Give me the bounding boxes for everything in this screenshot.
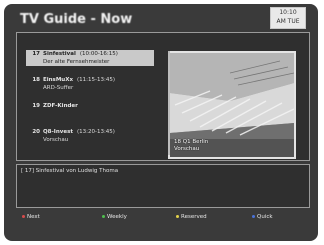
- red-dot-icon: [22, 215, 25, 218]
- red-key-next[interactable]: Next: [22, 214, 40, 220]
- clock-badge: 10:10 AM TUE: [270, 7, 306, 29]
- channel-number: 17: [32, 51, 40, 57]
- channel-item-20[interactable]: 20 Q8-Invest (13:20-13:45) Vorschau: [26, 128, 154, 144]
- yellow-key-reserved[interactable]: Reserved: [176, 214, 207, 220]
- tv-screen: TV Guide - Now 10:10 AM TUE 17 Sinfestiva…: [4, 4, 318, 241]
- channel-name: ZDF-Kinder: [43, 103, 78, 109]
- preview-channel: 18 Q1 Berlin: [174, 139, 209, 145]
- channel-item-17[interactable]: 17 Sinfestival (10:00-16:15) Der alte Fern…: [26, 50, 154, 66]
- list-scrollbar[interactable]: [168, 51, 170, 155]
- page-title: TV Guide - Now: [20, 12, 133, 27]
- video-preview[interactable]: 18 Q1 Berlin Vorschau: [168, 51, 296, 159]
- program-time: (10:00-16:15): [79, 51, 118, 57]
- key-label: Quick: [257, 214, 273, 220]
- channel-number: 20: [32, 129, 40, 135]
- green-key-weekly[interactable]: Weekly: [102, 214, 127, 220]
- program-info-text: [ 17] Sinfestival von Ludwig Thoma: [21, 168, 119, 174]
- key-label: Next: [27, 214, 40, 220]
- channel-item-18[interactable]: 18 EinsMuXx (11:15-13:45) ARD-Suffer: [26, 76, 154, 92]
- program-time: (11:15-13:45): [77, 77, 115, 83]
- preview-caption: 18 Q1 Berlin Vorschau: [174, 139, 208, 153]
- channel-name: Sinfestival: [43, 51, 76, 57]
- key-label: Reserved: [181, 214, 207, 220]
- program-title: ARD-Suffer: [43, 85, 74, 91]
- blue-key-quick[interactable]: Quick: [252, 214, 273, 220]
- yellow-dot-icon: [176, 215, 179, 218]
- channel-number: 19: [32, 103, 40, 109]
- color-key-bar: Next Weekly Reserved Quick: [4, 214, 318, 226]
- channel-name: Q8-Invest: [43, 129, 73, 135]
- program-title: Vorschau: [43, 137, 69, 143]
- blue-dot-icon: [252, 215, 255, 218]
- channel-item-19[interactable]: 19 ZDF-Kinder: [26, 102, 154, 110]
- preview-program: Vorschau: [174, 146, 200, 152]
- green-dot-icon: [102, 215, 105, 218]
- clock-date: AM TUE: [276, 18, 300, 25]
- channel-number: 18: [32, 77, 40, 83]
- program-time: (13:20-13:45): [76, 129, 115, 135]
- key-label: Weekly: [107, 214, 127, 220]
- program-title: Der alte Fernsehmeister: [43, 59, 110, 65]
- clock-time: 10:10: [279, 9, 297, 16]
- channel-name: EinsMuXx: [43, 77, 74, 83]
